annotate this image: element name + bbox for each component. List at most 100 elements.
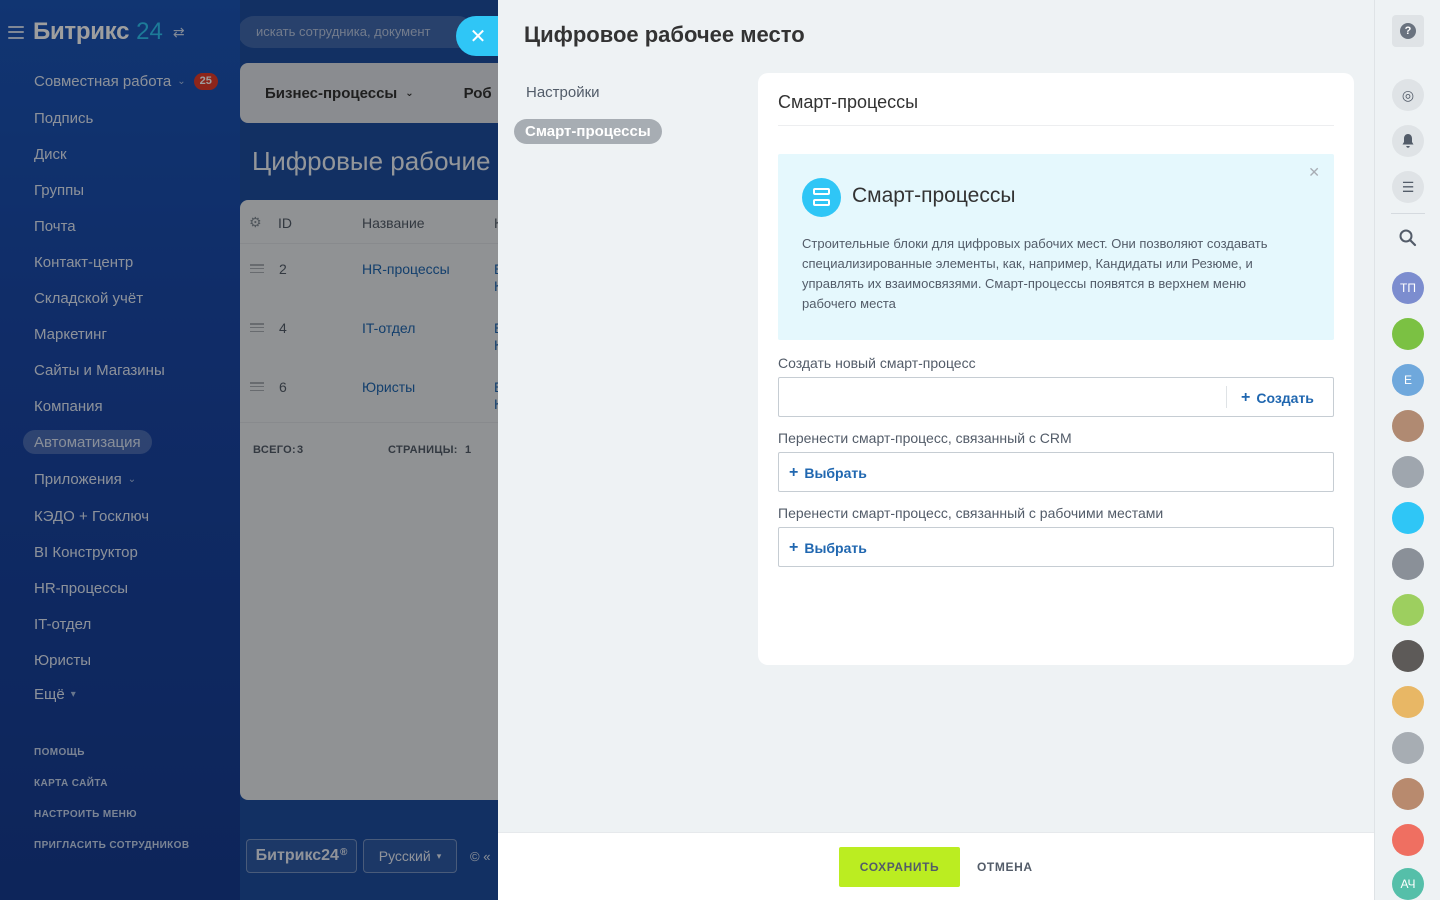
avatar[interactable] — [1392, 502, 1424, 534]
info-banner: Смарт-процессы ✕ Строительные блоки для … — [778, 154, 1334, 340]
avatar[interactable] — [1392, 410, 1424, 442]
avatar[interactable]: АЧ — [1392, 868, 1424, 900]
drag-handle-icon[interactable] — [250, 264, 264, 273]
sidebar-item-company[interactable]: Компания — [34, 394, 103, 418]
total-value: 3 — [297, 444, 304, 456]
info-description: Строительные блоки для цифровых рабочих … — [802, 236, 1268, 311]
workspace-select-field[interactable]: + Выбрать — [778, 527, 1334, 567]
cancel-button[interactable]: ОТМЕНА — [977, 860, 1033, 874]
cell-name-link[interactable]: Юристы — [362, 379, 415, 395]
grid-header: ⚙ ID Название К — [240, 200, 498, 244]
avatar-initials: Е — [1403, 373, 1412, 387]
sidebar-item-disk[interactable]: Диск — [34, 142, 67, 166]
slider-panel: Цифровое рабочее место Настройки Смарт-п… — [498, 0, 1374, 900]
language-select[interactable]: Русский ▾ — [363, 839, 457, 873]
chevron-down-icon: ⌄ — [405, 87, 414, 99]
avatar[interactable]: ТП — [1392, 272, 1424, 304]
brand-logo[interactable]: Битрикс — [33, 18, 129, 46]
drag-handle-icon[interactable] — [250, 382, 264, 391]
pages-value: 1 — [465, 444, 472, 456]
crm-label: Перенести смарт-процесс, связанный с CRM — [778, 430, 1072, 446]
sidebar-item-collaboration[interactable]: Совместная работа ⌄ 25 — [34, 69, 218, 93]
save-button[interactable]: СОХРАНИТЬ — [839, 847, 960, 887]
avatar[interactable] — [1392, 640, 1424, 672]
avatar-initials: ТП — [1400, 281, 1416, 295]
workspace-select-label: Выбрать — [804, 540, 867, 556]
plus-icon: + — [1241, 389, 1251, 406]
sidebar-item-sites[interactable]: Сайты и Магазины — [34, 358, 165, 382]
crm-select-button[interactable]: + Выбрать — [789, 464, 867, 482]
column-header-name[interactable]: Название — [362, 215, 425, 231]
cell-id: 4 — [279, 320, 287, 336]
chevron-down-icon: ⌄ — [127, 473, 137, 485]
column-header-id[interactable]: ID — [278, 215, 292, 231]
right-rail: ? ◎ ☰ ТП Е АЧ — [1374, 0, 1440, 900]
sitemap-link[interactable]: КАРТА САЙТА — [34, 778, 108, 789]
create-smart-process-field[interactable]: + Создать — [778, 377, 1334, 417]
sidebar-item-label: Юристы — [34, 651, 92, 669]
avatar[interactable]: Е — [1392, 364, 1424, 396]
close-icon[interactable]: ✕ — [1308, 164, 1320, 181]
sidebar-item-apps[interactable]: Приложения ⌄ — [34, 467, 136, 491]
sidebar-item-label: IT-отдел — [34, 615, 92, 633]
sidebar-item-sign[interactable]: Подпись — [34, 106, 93, 130]
invite-users-link[interactable]: ПРИГЛАСИТЬ СОТРУДНИКОВ — [34, 840, 190, 851]
create-button[interactable]: + Создать — [1241, 389, 1314, 407]
sidebar-item-inventory[interactable]: Складской учёт — [34, 286, 143, 310]
avatar[interactable] — [1392, 548, 1424, 580]
sidebar-item-marketing[interactable]: Маркетинг — [34, 322, 107, 346]
info-title: Смарт-процессы — [852, 184, 1016, 207]
total-label: ВСЕГО: — [253, 444, 296, 456]
sidebar-item-automation[interactable]: Автоматизация — [23, 430, 152, 454]
brand-logo-number: 24 — [136, 18, 163, 45]
tab-business-processes[interactable]: Бизнес-процессы ⌄ — [265, 85, 414, 102]
help-link[interactable]: ПОМОЩЬ — [34, 747, 85, 758]
bell-icon[interactable] — [1392, 125, 1424, 157]
workspace-select-button[interactable]: + Выбрать — [789, 539, 867, 557]
sidebar-item-lawyers[interactable]: Юристы — [34, 648, 91, 672]
card-title: Смарт-процессы — [778, 92, 919, 112]
configure-menu-link[interactable]: НАСТРОИТЬ МЕНЮ — [34, 809, 137, 820]
cell-name-link[interactable]: HR-процессы — [362, 261, 450, 277]
crm-select-field[interactable]: + Выбрать — [778, 452, 1334, 492]
chevron-down-icon: ▾ — [70, 688, 76, 700]
cell-name-link[interactable]: IT-отдел — [362, 320, 415, 336]
plus-icon: + — [789, 464, 799, 481]
gear-icon[interactable]: ⚙ — [249, 214, 262, 231]
sidebar-item-contact-center[interactable]: Контакт-центр — [34, 250, 133, 274]
search-icon[interactable] — [1398, 228, 1418, 248]
avatar[interactable] — [1392, 318, 1424, 350]
sidebar-item-more[interactable]: Ещё ▾ — [34, 682, 76, 706]
chat-icon[interactable]: ☰ — [1392, 171, 1424, 203]
sidebar-item-label: Подпись — [34, 109, 94, 127]
sidebar-item-bi-builder[interactable]: BI Конструктор — [34, 540, 138, 564]
help-button[interactable]: ? — [1392, 15, 1424, 47]
tab-robots[interactable]: Роб — [464, 85, 492, 102]
sidebar-item-mail[interactable]: Почта — [34, 214, 76, 238]
drag-handle-icon[interactable] — [250, 323, 264, 332]
avatar[interactable] — [1392, 732, 1424, 764]
sidebar-item-it[interactable]: IT-отдел — [34, 612, 91, 636]
avatar[interactable] — [1392, 824, 1424, 856]
avatar[interactable] — [1392, 456, 1424, 488]
sidebar-item-groups[interactable]: Группы — [34, 178, 84, 202]
page-title: Цифровые рабочие м — [252, 146, 498, 176]
background-workspace: искать сотрудника, документ Бизнес-проце… — [240, 0, 498, 900]
avatar[interactable] — [1392, 594, 1424, 626]
sidebar-item-label: Группы — [34, 181, 84, 199]
sidebar-item-label: Приложения — [34, 470, 122, 488]
sidebar-item-kedo[interactable]: КЭДО + Госключ — [34, 504, 149, 528]
copilot-icon[interactable]: ◎ — [1392, 79, 1424, 111]
avatar[interactable] — [1392, 778, 1424, 810]
swap-icon[interactable]: ⇄ — [173, 24, 185, 41]
close-slider-button[interactable]: ✕ — [456, 16, 498, 56]
nav-settings[interactable]: Настройки — [526, 84, 600, 101]
avatar[interactable] — [1392, 686, 1424, 718]
menu-burger-icon[interactable] — [8, 25, 24, 39]
sidebar-item-hr[interactable]: HR-процессы — [34, 576, 128, 600]
create-button-label: Создать — [1256, 390, 1314, 406]
footer-logo-button[interactable]: Битрикс24 ® — [246, 839, 357, 873]
nav-smart-processes[interactable]: Смарт-процессы — [514, 119, 662, 144]
search-input[interactable]: искать сотрудника, документ — [240, 16, 474, 48]
sidebar-item-label: Складской учёт — [34, 289, 144, 307]
